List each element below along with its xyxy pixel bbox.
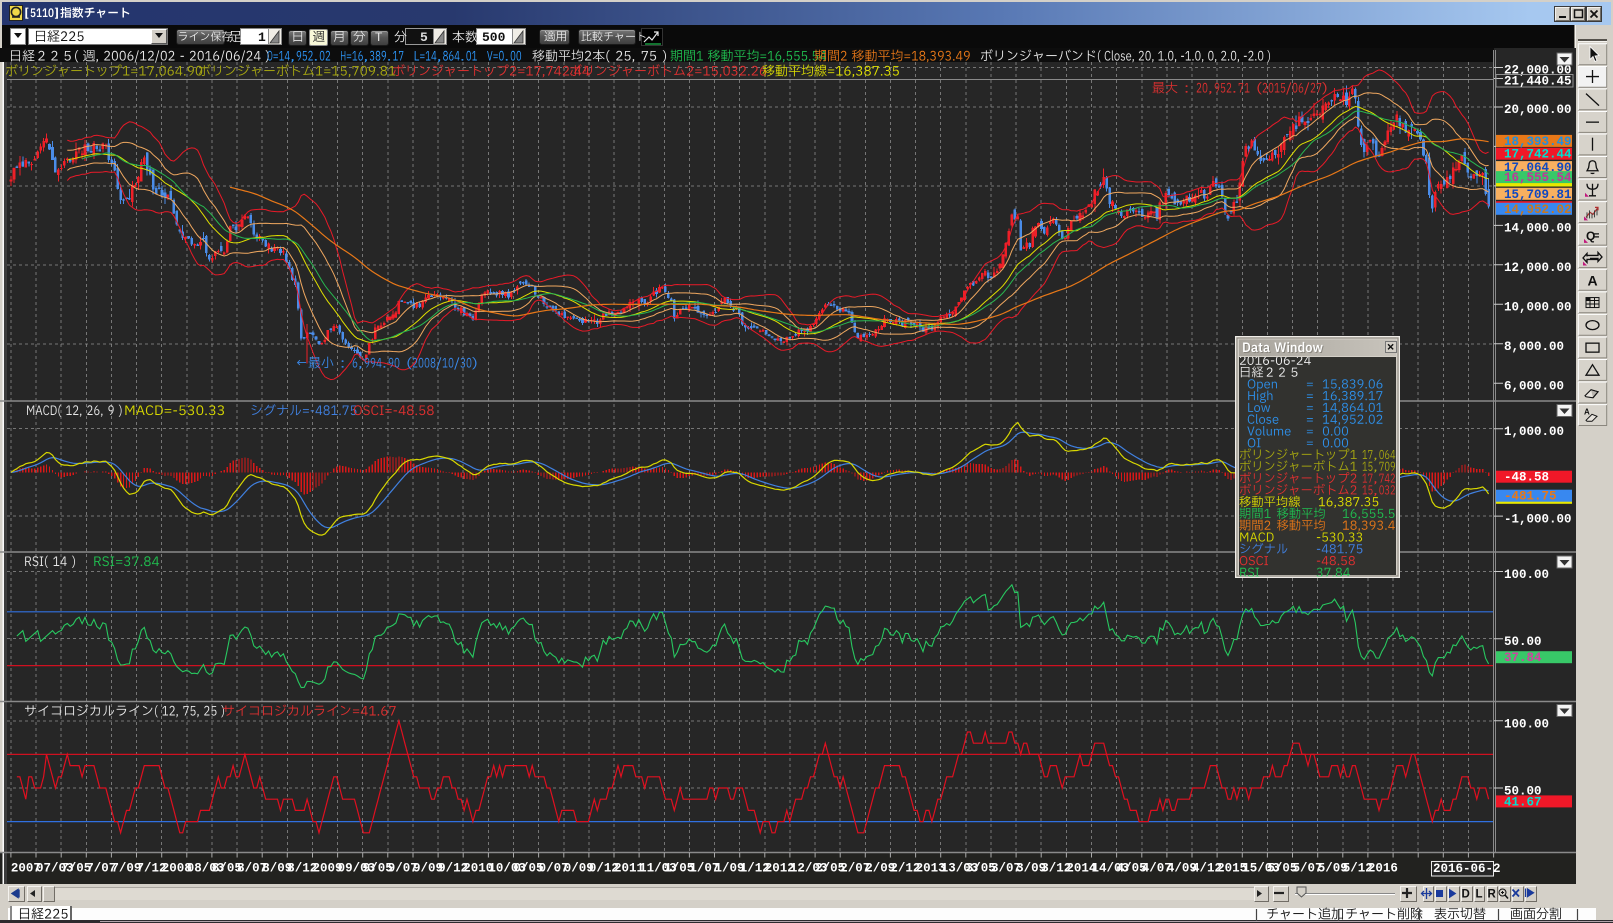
svg-text:41.67: 41.67 — [1504, 795, 1542, 809]
svg-text:-48.58: -48.58 — [1504, 471, 1549, 485]
svg-text:D: D — [1462, 889, 1470, 901]
svg-text:A: A — [1588, 273, 1598, 289]
svg-text:100.00: 100.00 — [1504, 717, 1549, 731]
svg-text:-1,000.00: -1,000.00 — [1504, 513, 1572, 527]
svg-text:37.84: 37.84 — [1504, 651, 1542, 665]
svg-text:1: 1 — [258, 30, 266, 45]
svg-text:L: L — [1476, 889, 1483, 901]
svg-text:Q: Q — [1586, 229, 1595, 243]
svg-text:-481.75: -481.75 — [1504, 490, 1557, 504]
svg-text:100.00: 100.00 — [1504, 568, 1549, 582]
svg-text:20,000.00: 20,000.00 — [1504, 103, 1572, 117]
svg-text:5: 5 — [420, 30, 428, 45]
svg-text:17,742.44: 17,742.44 — [1504, 148, 1572, 162]
svg-text:500: 500 — [482, 30, 506, 45]
svg-text:10,000.00: 10,000.00 — [1504, 301, 1572, 315]
svg-text:16,555.54: 16,555.54 — [1504, 171, 1572, 185]
svg-text:14,952.02: 14,952.02 — [1504, 203, 1572, 217]
svg-text:15,709.81: 15,709.81 — [1504, 188, 1572, 202]
svg-text:1,000.00: 1,000.00 — [1504, 425, 1564, 439]
svg-text:50.00: 50.00 — [1504, 635, 1542, 649]
svg-text:2016: 2016 — [1368, 862, 1398, 876]
svg-text:8,000.00: 8,000.00 — [1504, 340, 1564, 354]
svg-text:14,000.00: 14,000.00 — [1504, 222, 1572, 236]
svg-text:6,000.00: 6,000.00 — [1504, 379, 1564, 393]
svg-text:12,000.00: 12,000.00 — [1504, 261, 1572, 275]
svg-text:A: A — [1584, 407, 1590, 416]
svg-text:2016-06-2: 2016-06-2 — [1433, 862, 1501, 876]
svg-text:T: T — [375, 30, 383, 44]
svg-text:R: R — [1488, 889, 1497, 901]
svg-text:21,440.45: 21,440.45 — [1504, 75, 1572, 89]
